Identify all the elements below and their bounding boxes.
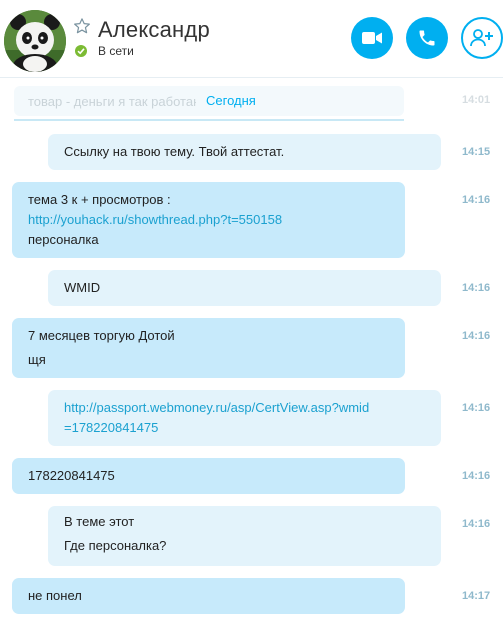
star-outline-icon[interactable]: [73, 17, 91, 35]
message-text: 7 месяцев торгую Дотой: [28, 328, 175, 343]
message-text: тема 3 к + просмотров :: [28, 192, 171, 207]
message-text: WMID: [64, 280, 101, 295]
message-timestamp: 14:16: [462, 282, 491, 294]
video-camera-icon: [362, 32, 382, 44]
incoming-message-bubble[interactable]: не понел: [12, 578, 405, 614]
outgoing-message-bubble[interactable]: Ссылку на твою тему. Твой аттестат.: [48, 134, 441, 170]
outgoing-message-bubble[interactable]: WMID: [48, 270, 441, 306]
message-timestamp: 14:16: [462, 518, 491, 530]
add-contact-icon: [470, 29, 493, 47]
online-status-icon: [75, 45, 87, 57]
chat-header: Александр В сети: [0, 0, 503, 78]
outgoing-message-bubble[interactable]: http://passport.webmoney.ru/asp/CertView…: [48, 390, 441, 446]
outgoing-message-bubble[interactable]: В теме этот Где персоналка?: [48, 506, 441, 566]
faded-message-text: товар - деньги я так работаю: [28, 94, 203, 109]
incoming-message-bubble[interactable]: 178220841475: [12, 458, 405, 494]
message-link[interactable]: http://passport.webmoney.ru/asp/CertView…: [64, 398, 425, 418]
date-divider-label: Сегодня: [196, 93, 266, 108]
incoming-message-bubble[interactable]: тема 3 к + просмотров : http://youhack.ru…: [12, 182, 405, 258]
message-timestamp: 14:15: [462, 146, 491, 158]
message-text: не понел: [28, 588, 82, 603]
message-link[interactable]: http://youhack.ru/showthread.php?t=55015…: [28, 210, 389, 230]
incoming-message-bubble[interactable]: 7 месяцев торгую Дотой щя: [12, 318, 405, 378]
audio-call-button[interactable]: [406, 17, 448, 59]
message-text: 178220841475: [28, 468, 115, 483]
contact-name: Александр: [98, 17, 210, 42]
message-text: Где персоналка?: [64, 538, 167, 553]
message-text: персоналка: [28, 232, 99, 247]
message-timestamp: 14:16: [462, 470, 491, 482]
message-text: Ссылку на твою тему. Твой аттестат.: [64, 144, 285, 159]
message-link[interactable]: =178220841475: [64, 418, 425, 438]
faded-message-time: 14:01: [462, 94, 491, 106]
avatar[interactable]: [4, 10, 66, 72]
message-timestamp: 14:16: [462, 194, 491, 206]
status-text: В сети: [98, 44, 134, 58]
message-text: щя: [28, 352, 46, 367]
date-divider-line: [14, 119, 404, 121]
message-timestamp: 14:16: [462, 402, 491, 414]
phone-icon: [419, 30, 435, 46]
message-timestamp: 14:17: [462, 590, 491, 602]
add-contact-button[interactable]: [461, 17, 503, 59]
video-call-button[interactable]: [351, 17, 393, 59]
message-text: В теме этот: [64, 514, 135, 529]
message-timestamp: 14:16: [462, 330, 491, 342]
